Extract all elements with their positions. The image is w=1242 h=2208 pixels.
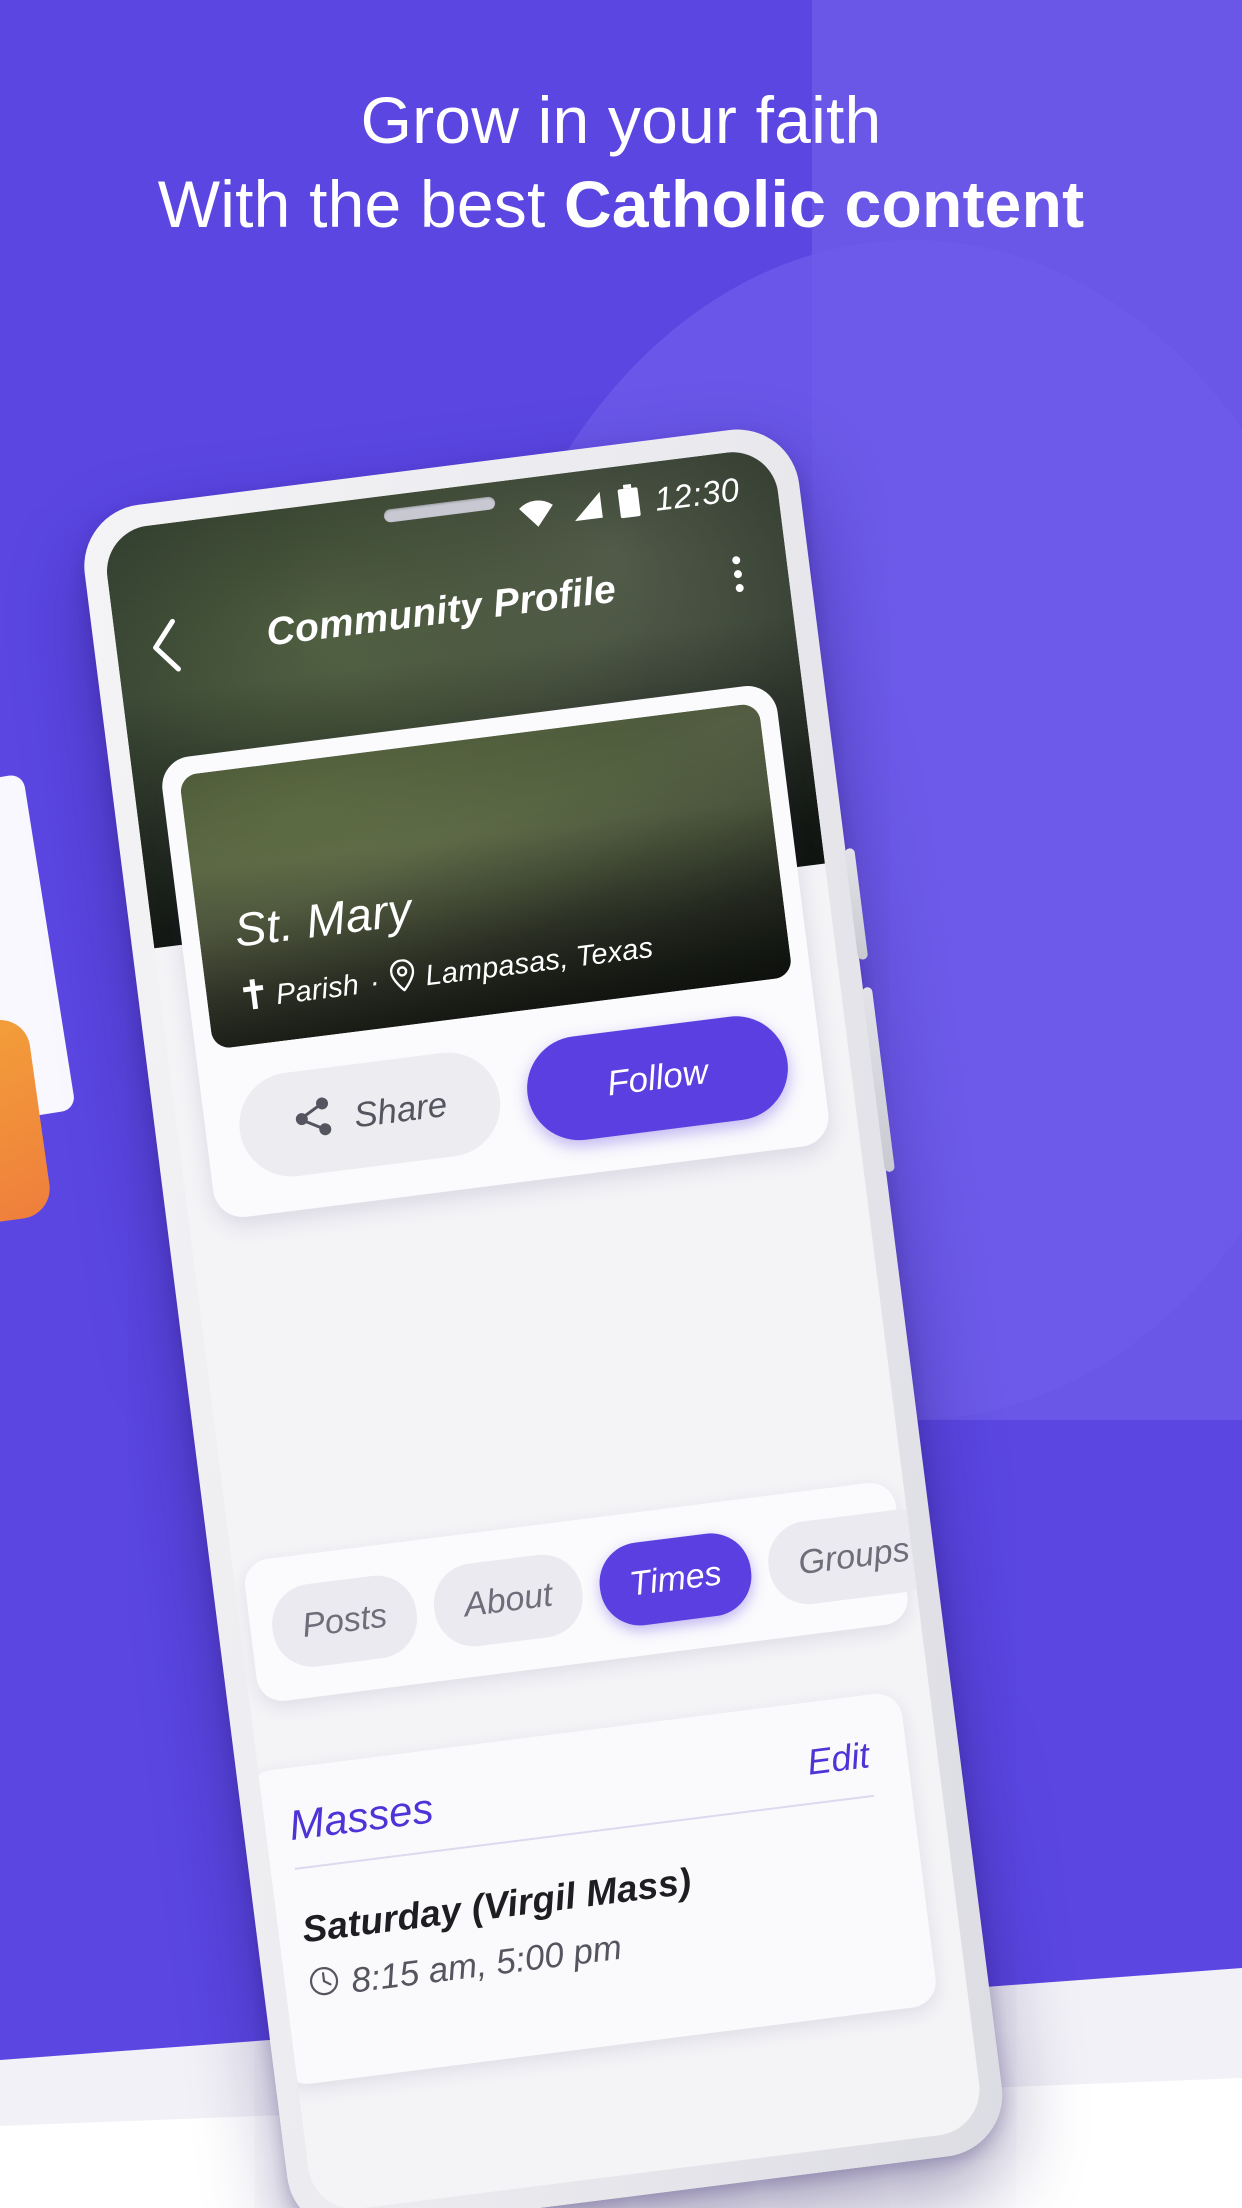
battery-icon [615, 482, 644, 524]
share-button-label: Share [351, 1084, 450, 1136]
wifi-icon [516, 495, 558, 534]
masses-edit-link[interactable]: Edit [805, 1734, 872, 1783]
headline-line-1: Grow in your faith [360, 83, 882, 157]
overflow-dot [735, 583, 745, 593]
community-type: Parish [274, 968, 361, 1011]
status-bar-clock: 12:30 [652, 470, 742, 518]
share-icon [290, 1094, 338, 1150]
mass-schedule-row: Saturday (Virgil Mass) 8:15 am, 5:00 pm [300, 1836, 892, 2006]
map-pin-icon [388, 958, 417, 1001]
tab-about[interactable]: About [429, 1550, 588, 1652]
clock-icon [307, 1963, 342, 2006]
overflow-dot [733, 569, 743, 579]
masses-section-title: Masses [286, 1784, 436, 1850]
profile-tab-bar: Posts About Times Groups [241, 1479, 945, 1704]
community-location: Lampasas, Texas [423, 931, 655, 992]
meta-separator: · [367, 965, 382, 1000]
share-button[interactable]: Share [233, 1046, 507, 1183]
headline-line-2: With the best Catholic content [0, 162, 1242, 246]
headline-line-2-regular: With the best [157, 167, 565, 242]
signal-icon [567, 489, 605, 528]
overflow-dot [731, 555, 741, 565]
cover-text-block: St. Mary Parish · Lampasas, Texas [231, 852, 655, 1020]
masses-card: Masses Edit Saturday (Virgil Mass) 8:15 … [244, 1690, 939, 2087]
tab-times[interactable]: Times [594, 1528, 757, 1631]
community-profile-card: St. Mary Parish · Lampasas, Texas Share … [158, 682, 832, 1221]
headline-line-2-bold: Catholic content [564, 167, 1085, 242]
tab-posts[interactable]: Posts [267, 1570, 422, 1672]
follow-button[interactable]: Follow [521, 1010, 794, 1147]
overflow-menu-icon[interactable] [702, 552, 774, 596]
promo-headline: Grow in your faith With the best Catholi… [0, 78, 1242, 247]
follow-button-label: Follow [604, 1052, 711, 1104]
cross-icon [241, 978, 268, 1018]
back-chevron-icon[interactable] [125, 614, 207, 679]
community-cover-photo: St. Mary Parish · Lampasas, Texas [178, 702, 793, 1050]
